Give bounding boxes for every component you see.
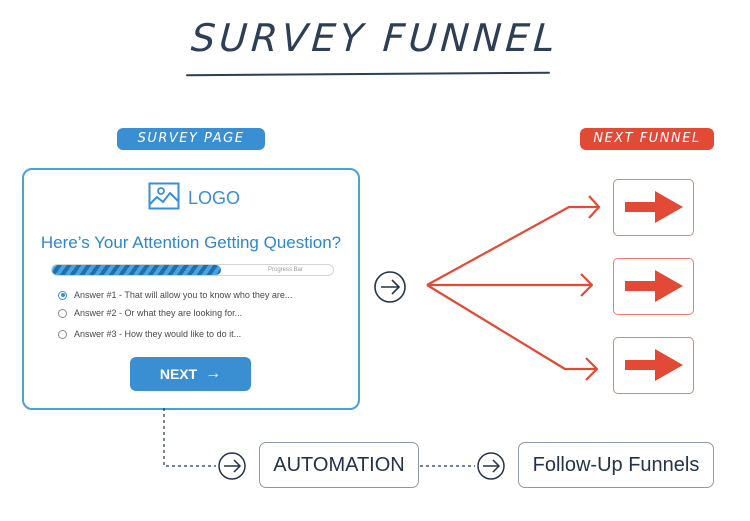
fan-arrow-bottom — [426, 284, 596, 371]
next-funnel-box[interactable] — [613, 337, 694, 394]
follow-up-funnels-box[interactable]: Follow-Up Funnels — [518, 442, 714, 488]
fan-arrows — [426, 195, 601, 381]
dotted-connector — [163, 408, 216, 467]
next-funnel-box[interactable] — [613, 258, 694, 315]
circle-arrow-icon — [477, 452, 505, 480]
circle-arrow-icon — [218, 452, 246, 480]
arrow-right-icon — [625, 191, 683, 223]
arrow-right-icon — [625, 349, 683, 381]
circle-arrow-icon — [374, 271, 406, 303]
automation-box[interactable]: AUTOMATION — [259, 442, 419, 488]
fan-arrow-top — [426, 205, 598, 286]
arrow-right-icon — [625, 270, 683, 302]
next-funnel-box[interactable] — [613, 179, 694, 236]
